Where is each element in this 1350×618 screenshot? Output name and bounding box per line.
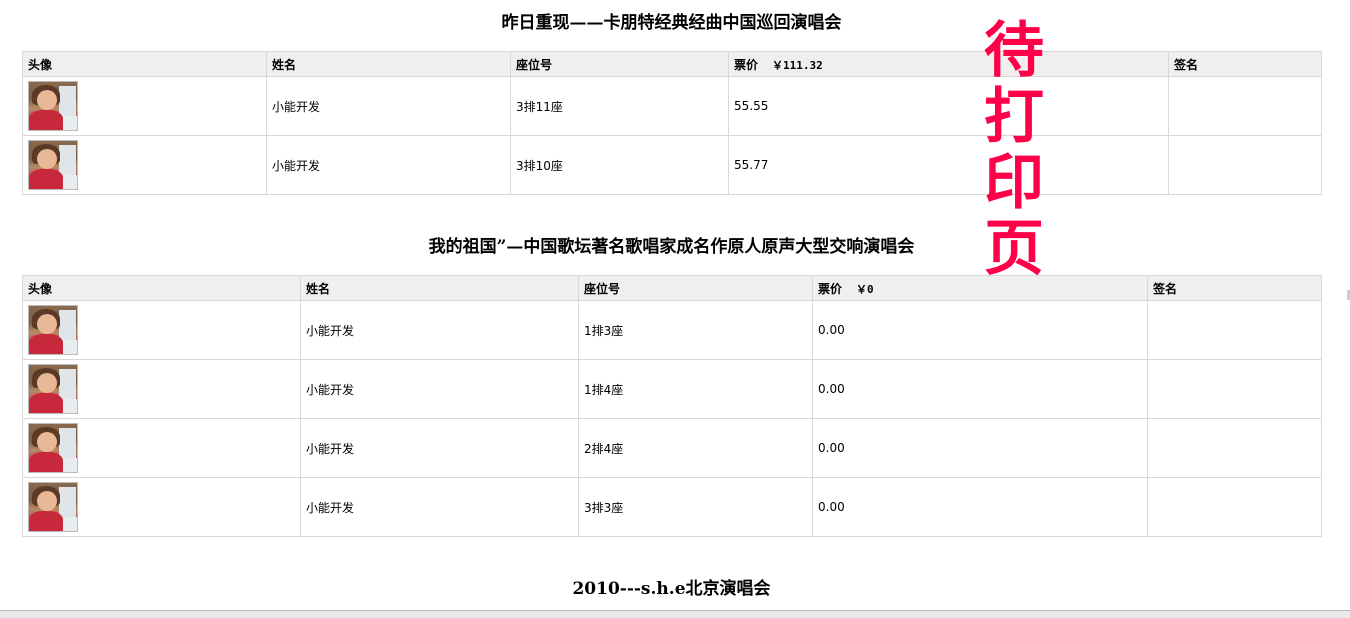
name-cell: 小能开发 [300,418,579,478]
table-header-row: 头像 姓名 座位号 票价 ￥111.32 签名 [22,51,1322,77]
avatar [28,81,78,131]
table-row: 小能开发 3排10座 55.77 [22,135,1322,195]
signature-cell [1147,418,1322,478]
price-total: ￥111.32 [772,58,823,72]
column-header-name: 姓名 [266,51,511,77]
ticket-table: 头像 姓名 座位号 票价 ￥0 签名 小能开发 1排3座 0.00 小能开发 1排… [22,275,1322,537]
column-header-signature: 签名 [1168,51,1322,77]
column-header-seat: 座位号 [578,275,813,301]
column-header-price: 票价 ￥111.32 [728,51,1169,77]
column-header-avatar: 头像 [22,275,301,301]
print-preview-page: 昨日重现——卡朋特经典经曲中国巡回演唱会 头像 姓名 座位号 票价 ￥111.32… [0,0,1350,618]
column-header-seat: 座位号 [510,51,729,77]
browser-status-bar [0,610,1350,618]
pending-print-stamp: 待 打 印 页 [983,18,1045,282]
seat-cell: 1排3座 [578,300,813,360]
table-row: 小能开发 2排4座 0.00 [22,418,1322,478]
column-header-name: 姓名 [300,275,579,301]
stamp-char: 页 [984,214,1044,284]
price-label: 票价 [734,57,759,72]
price-total: ￥0 [856,282,874,296]
concert-title: 2010---s.h.e北京演唱会 [572,579,771,599]
avatar [28,140,78,190]
avatar [28,305,78,355]
seat-cell: 3排10座 [510,135,729,195]
column-header-price: 票价 ￥0 [812,275,1148,301]
column-header-avatar: 头像 [22,51,267,77]
signature-cell [1147,359,1322,419]
price-cell: 0.00 [812,300,1148,360]
name-cell: 小能开发 [266,76,511,136]
table-row: 小能开发 3排11座 55.55 [22,76,1322,136]
signature-cell [1168,76,1322,136]
column-header-signature: 签名 [1147,275,1322,301]
seat-cell: 1排4座 [578,359,813,419]
table-header-row: 头像 姓名 座位号 票价 ￥0 签名 [22,275,1322,301]
ticket-table: 头像 姓名 座位号 票价 ￥111.32 签名 小能开发 3排11座 55.55 … [22,51,1322,195]
avatar-cell [22,418,301,478]
avatar-cell [22,477,301,537]
price-cell: 0.00 [812,359,1148,419]
table-row: 小能开发 1排4座 0.00 [22,359,1322,419]
avatar-cell [22,300,301,360]
stamp-char: 打 [984,82,1044,152]
stamp-char: 印 [984,148,1044,218]
concert-title: 我的祖国”—中国歌坛著名歌唱家成名作原人原声大型交响演唱会 [428,237,915,257]
avatar [28,423,78,473]
seat-cell: 3排11座 [510,76,729,136]
name-cell: 小能开发 [266,135,511,195]
seat-cell: 2排4座 [578,418,813,478]
table-row: 小能开发 1排3座 0.00 [22,300,1322,360]
name-cell: 小能开发 [300,477,579,537]
price-cell: 0.00 [812,418,1148,478]
avatar-cell [22,76,267,136]
name-cell: 小能开发 [300,300,579,360]
table-row: 小能开发 3排3座 0.00 [22,477,1322,537]
avatar [28,364,78,414]
signature-cell [1147,477,1322,537]
stamp-char: 待 [984,16,1044,86]
signature-cell [1147,300,1322,360]
price-cell: 55.77 [728,135,1169,195]
concert-title: 昨日重现——卡朋特经典经曲中国巡回演唱会 [501,13,842,33]
avatar-cell [22,135,267,195]
price-label: 票价 [818,281,843,296]
seat-cell: 3排3座 [578,477,813,537]
signature-cell [1168,135,1322,195]
avatar [28,482,78,532]
avatar-cell [22,359,301,419]
price-cell: 55.55 [728,76,1169,136]
price-cell: 0.00 [812,477,1148,537]
name-cell: 小能开发 [300,359,579,419]
